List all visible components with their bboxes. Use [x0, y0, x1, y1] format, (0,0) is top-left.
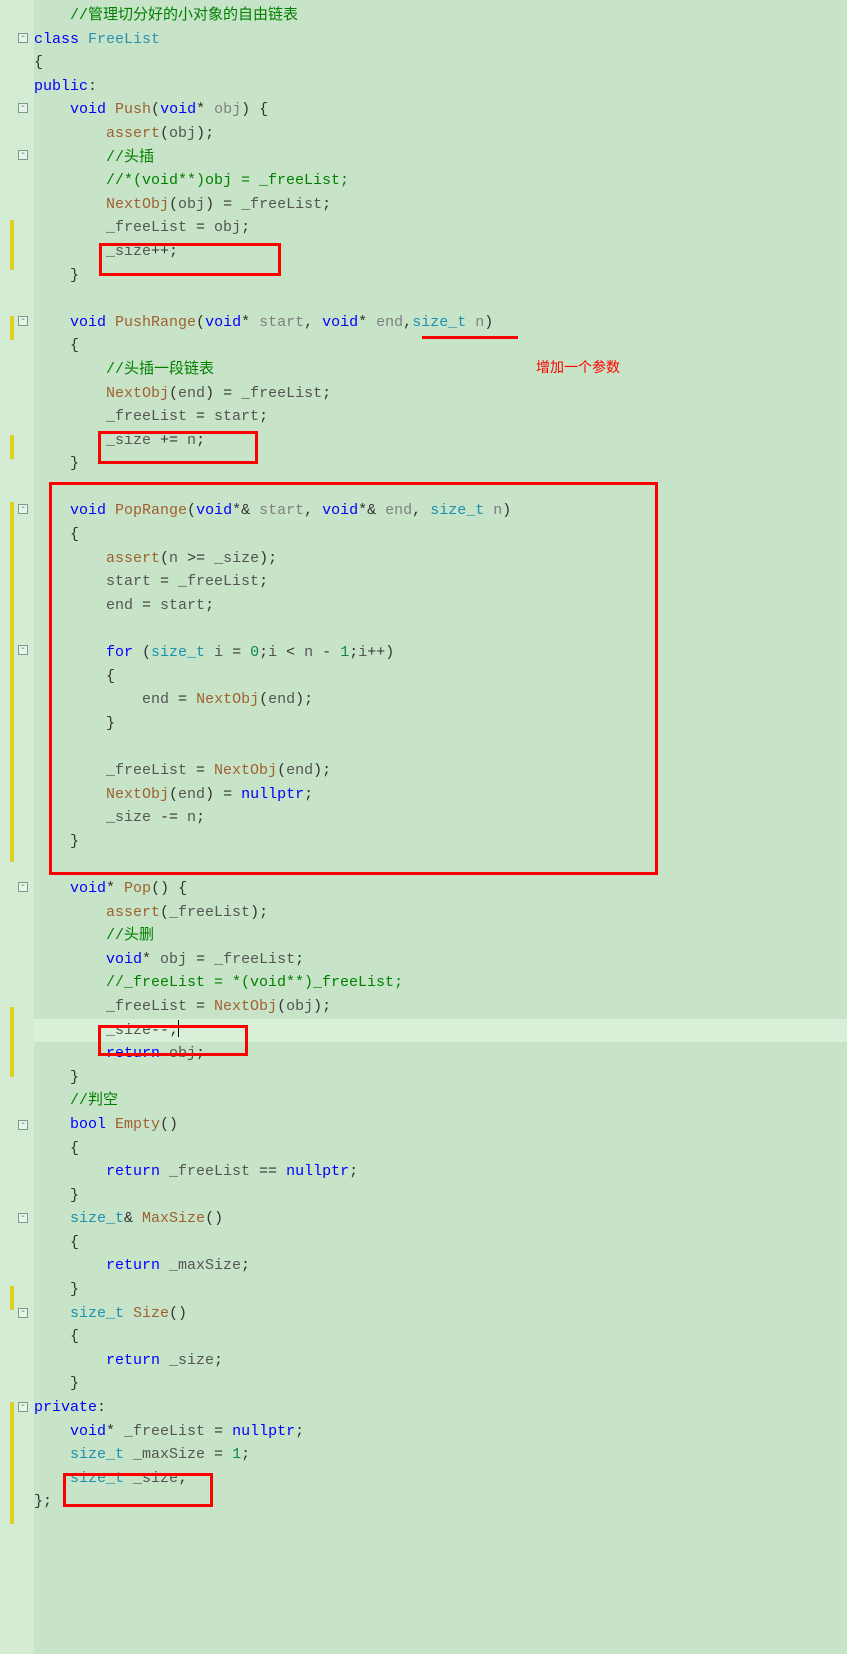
code-line[interactable]: }: [34, 1372, 847, 1396]
fold-toggle[interactable]: -: [18, 882, 28, 892]
code-line[interactable]: };: [34, 1490, 847, 1514]
fold-toggle[interactable]: -: [18, 1402, 28, 1412]
code-line[interactable]: assert(n >= _size);: [34, 547, 847, 571]
code-line[interactable]: _size -= n;: [34, 806, 847, 830]
code-line[interactable]: void PushRange(void* start, void* end,si…: [34, 311, 847, 335]
code-line[interactable]: }: [34, 712, 847, 736]
code-line[interactable]: _freeList = NextObj(obj);: [34, 995, 847, 1019]
code-line[interactable]: [34, 287, 847, 311]
fold-toggle[interactable]: -: [18, 504, 28, 514]
code-line[interactable]: return _size;: [34, 1349, 847, 1373]
fold-toggle[interactable]: -: [18, 1213, 28, 1223]
code-line[interactable]: class FreeList: [34, 28, 847, 52]
underline-annotation: [422, 336, 518, 339]
fold-toggle[interactable]: -: [18, 1308, 28, 1318]
code-line[interactable]: void Push(void* obj) {: [34, 98, 847, 122]
fold-toggle[interactable]: -: [18, 103, 28, 113]
code-line[interactable]: _size--;: [34, 1019, 847, 1043]
code-line[interactable]: //_freeList = *(void**)_freeList;: [34, 971, 847, 995]
code-line[interactable]: [34, 617, 847, 641]
code-line[interactable]: [34, 476, 847, 500]
change-marker: [10, 1474, 14, 1524]
code-line[interactable]: size_t& MaxSize(): [34, 1207, 847, 1231]
fold-toggle[interactable]: -: [18, 150, 28, 160]
code-line[interactable]: }: [34, 1184, 847, 1208]
code-line[interactable]: size_t _size;: [34, 1467, 847, 1491]
fold-toggle[interactable]: -: [18, 316, 28, 326]
code-line[interactable]: {: [34, 1137, 847, 1161]
code-line[interactable]: }: [34, 1066, 847, 1090]
code-line[interactable]: NextObj(end) = _freeList;: [34, 382, 847, 406]
code-line[interactable]: return obj;: [34, 1042, 847, 1066]
code-line[interactable]: //头插一段链表: [34, 358, 847, 382]
fold-toggle[interactable]: -: [18, 33, 28, 43]
code-line[interactable]: start = _freeList;: [34, 570, 847, 594]
code-line[interactable]: void PopRange(void*& start, void*& end, …: [34, 499, 847, 523]
code-line[interactable]: return _freeList == nullptr;: [34, 1160, 847, 1184]
code-line[interactable]: {: [34, 1325, 847, 1349]
change-marker: [10, 316, 14, 340]
code-gutter: - - - - - - - - - - -: [0, 0, 34, 1654]
code-line[interactable]: {: [34, 523, 847, 547]
code-line[interactable]: size_t _maxSize = 1;: [34, 1443, 847, 1467]
change-marker: [10, 220, 14, 270]
code-line[interactable]: void* obj = _freeList;: [34, 948, 847, 972]
code-line[interactable]: {: [34, 51, 847, 75]
code-line[interactable]: end = start;: [34, 594, 847, 618]
code-line[interactable]: void* Pop() {: [34, 877, 847, 901]
code-line[interactable]: void* _freeList = nullptr;: [34, 1420, 847, 1444]
code-line[interactable]: _freeList = start;: [34, 405, 847, 429]
code-line[interactable]: _freeList = obj;: [34, 216, 847, 240]
code-line[interactable]: {: [34, 665, 847, 689]
code-line[interactable]: assert(_freeList);: [34, 901, 847, 925]
text-annotation: 增加一个参数: [536, 356, 620, 380]
code-area[interactable]: //管理切分好的小对象的自由链表class FreeList{public: v…: [34, 4, 847, 1514]
code-line[interactable]: public:: [34, 75, 847, 99]
code-line[interactable]: return _maxSize;: [34, 1254, 847, 1278]
fold-toggle[interactable]: -: [18, 1120, 28, 1130]
code-line[interactable]: _size++;: [34, 240, 847, 264]
code-line[interactable]: NextObj(obj) = _freeList;: [34, 193, 847, 217]
code-line[interactable]: assert(obj);: [34, 122, 847, 146]
code-line[interactable]: _freeList = NextObj(end);: [34, 759, 847, 783]
code-line[interactable]: //*(void**)obj = _freeList;: [34, 169, 847, 193]
code-line[interactable]: //判空: [34, 1089, 847, 1113]
code-line[interactable]: for (size_t i = 0;i < n - 1;i++): [34, 641, 847, 665]
code-line[interactable]: }: [34, 830, 847, 854]
code-line[interactable]: }: [34, 452, 847, 476]
code-line[interactable]: [34, 853, 847, 877]
code-line[interactable]: _size += n;: [34, 429, 847, 453]
code-line[interactable]: //头删: [34, 924, 847, 948]
code-line[interactable]: //管理切分好的小对象的自由链表: [34, 4, 847, 28]
code-line[interactable]: end = NextObj(end);: [34, 688, 847, 712]
code-line[interactable]: [34, 735, 847, 759]
fold-toggle[interactable]: -: [18, 645, 28, 655]
code-line[interactable]: {: [34, 1231, 847, 1255]
code-line[interactable]: private:: [34, 1396, 847, 1420]
change-marker: [10, 502, 14, 862]
change-marker: [10, 1007, 14, 1077]
code-line[interactable]: }: [34, 264, 847, 288]
code-line[interactable]: bool Empty(): [34, 1113, 847, 1137]
code-line[interactable]: NextObj(end) = nullptr;: [34, 783, 847, 807]
code-line[interactable]: //头插: [34, 146, 847, 170]
code-line[interactable]: }: [34, 1278, 847, 1302]
change-marker: [10, 435, 14, 459]
change-marker: [10, 1286, 14, 1310]
code-line[interactable]: size_t Size(): [34, 1302, 847, 1326]
